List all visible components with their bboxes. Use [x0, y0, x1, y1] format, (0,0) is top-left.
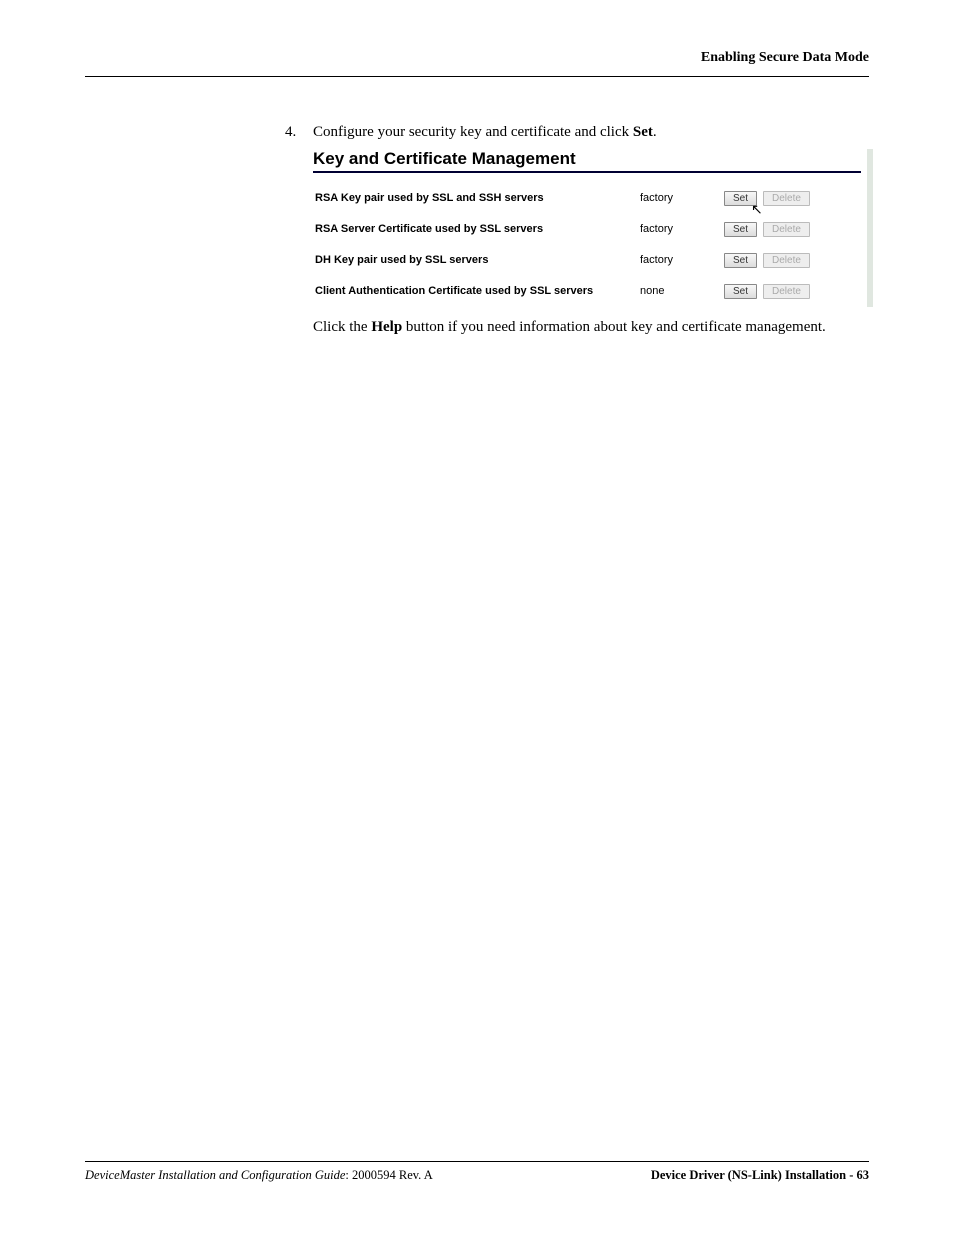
footer-rule [85, 1161, 869, 1162]
key-row-label: RSA Key pair used by SSL and SSH servers [315, 192, 640, 204]
set-button[interactable]: Set [724, 284, 757, 299]
after-bold: Help [371, 319, 402, 335]
footer-rev: : 2000594 Rev. A [345, 1168, 432, 1182]
header-section-title: Enabling Secure Data Mode [701, 50, 869, 66]
key-row-label: RSA Server Certificate used by SSL serve… [315, 223, 640, 235]
after-post: button if you need information about key… [402, 319, 826, 335]
delete-button: Delete [763, 253, 810, 268]
header-rule [85, 76, 869, 77]
key-row-value: factory [640, 192, 718, 204]
step-bold-word: Set [633, 124, 653, 140]
content-block: 4.Configure your security key and certif… [285, 123, 869, 337]
footer-guide-title: DeviceMaster Installation and Configurat… [85, 1168, 345, 1182]
delete-button: Delete [763, 284, 810, 299]
footer-line: DeviceMaster Installation and Configurat… [85, 1168, 869, 1183]
footer-right: Device Driver (NS-Link) Installation - 6… [651, 1168, 869, 1183]
step-4-line: 4.Configure your security key and certif… [285, 123, 869, 143]
key-row-label: DH Key pair used by SSL servers [315, 254, 640, 266]
page-footer: DeviceMaster Installation and Configurat… [85, 1153, 869, 1183]
step-text-post: . [653, 124, 657, 140]
delete-button: Delete [763, 191, 810, 206]
step-text-pre: Configure your security key and certific… [313, 124, 633, 140]
screenshot-panel-wrap: Key and Certificate Management RSA Key p… [313, 149, 873, 307]
set-button[interactable]: Set [724, 222, 757, 237]
key-row: RSA Server Certificate used by SSL serve… [313, 214, 861, 245]
set-button[interactable]: Set [724, 253, 757, 268]
key-row-label: Client Authentication Certificate used b… [315, 285, 640, 297]
key-cert-panel: Key and Certificate Management RSA Key p… [313, 149, 873, 307]
key-row: Client Authentication Certificate used b… [313, 276, 861, 307]
step-number: 4. [285, 123, 313, 143]
page: Enabling Secure Data Mode 4.Configure yo… [0, 0, 954, 1235]
panel-title: Key and Certificate Management [313, 149, 861, 173]
key-row-value: factory [640, 254, 718, 266]
key-row-value: none [640, 285, 718, 297]
page-header: Enabling Secure Data Mode [85, 50, 869, 72]
help-instruction: Click the Help button if you need inform… [313, 317, 853, 337]
key-row-value: factory [640, 223, 718, 235]
delete-button: Delete [763, 222, 810, 237]
set-button[interactable]: Set [724, 191, 757, 206]
key-row: RSA Key pair used by SSL and SSH servers… [313, 183, 861, 214]
footer-left: DeviceMaster Installation and Configurat… [85, 1168, 433, 1183]
after-pre: Click the [313, 319, 371, 335]
key-row: DH Key pair used by SSL servers factory … [313, 245, 861, 276]
